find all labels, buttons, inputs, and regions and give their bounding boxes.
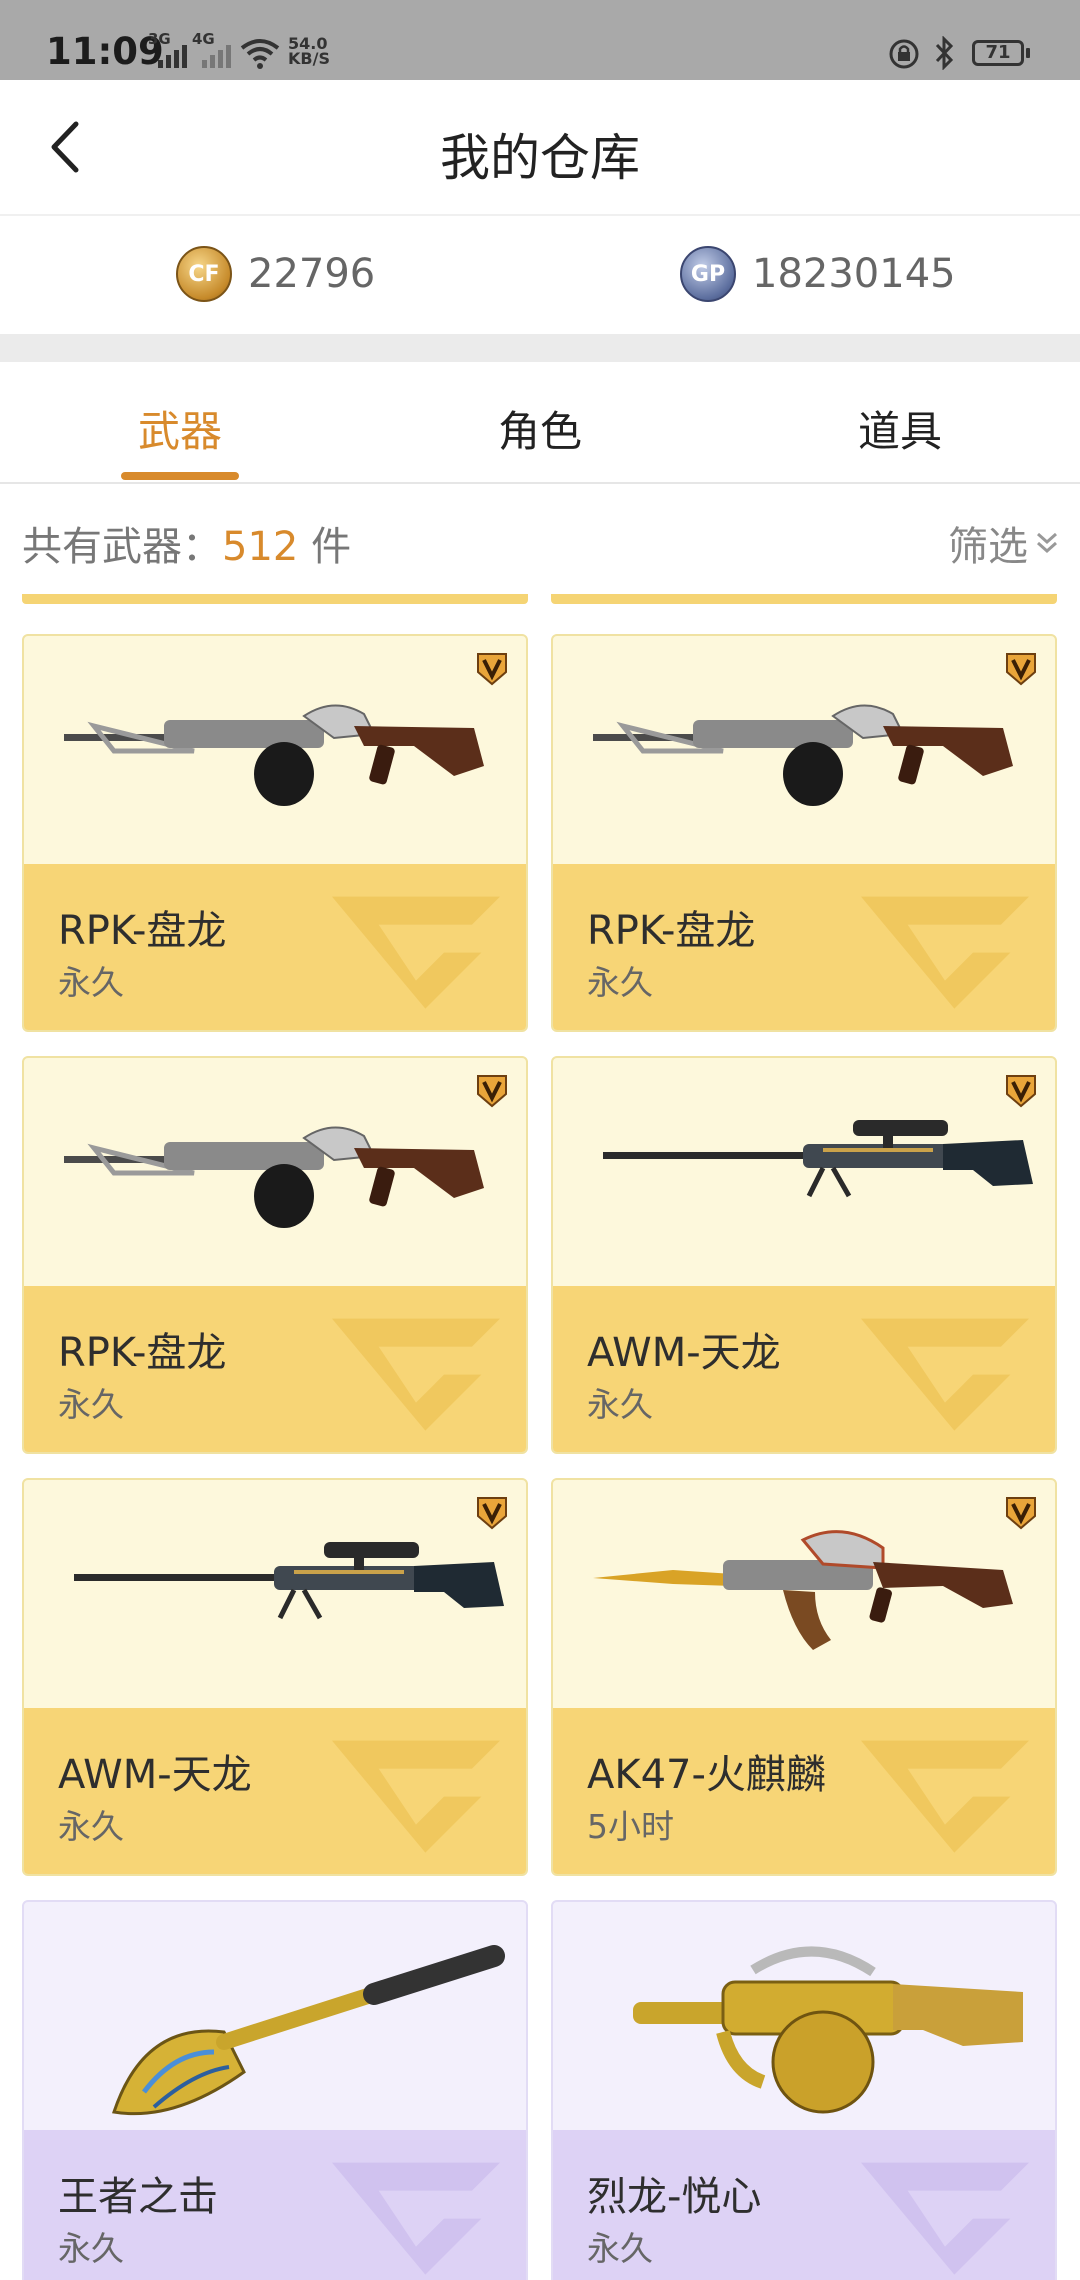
weapon-card[interactable]: AK47-火麒麟 5小时 <box>551 1478 1057 1876</box>
currency-row: CF 22796 GP 18230145 <box>0 216 1080 334</box>
vip-badge-icon <box>476 1074 508 1108</box>
battery-nub <box>1026 48 1030 58</box>
summary-row: 共有武器：512 件 筛选 <box>0 484 1080 594</box>
cf-points: CF 22796 <box>176 244 375 304</box>
status-bar: 11:09 3G 4G 54.0 KB/S 71 <box>0 0 1080 80</box>
signal-3g-icon: 3G <box>148 30 187 68</box>
chevron-double-down-icon <box>1037 532 1057 554</box>
weapon-card[interactable]: AWM-天龙永久 <box>551 1056 1057 1454</box>
weapon-count: 共有武器：512 件 <box>22 524 352 570</box>
tab-characters[interactable]: 角色 <box>420 398 660 459</box>
weapon-name: 王者之击 <box>58 2174 218 2220</box>
rotation-lock-icon <box>889 39 919 69</box>
signal-4g-icon: 4G <box>192 30 231 68</box>
gp-points-value: 18230145 <box>752 251 956 297</box>
vip-badge-icon <box>476 1496 508 1530</box>
filter-label: 筛选 <box>948 524 1028 570</box>
weapon-info: AK47-火麒麟 5小时 <box>553 1708 1055 1874</box>
weapon-name: AK47-火麒麟 <box>587 1752 826 1798</box>
status-time: 11:09 <box>46 30 164 73</box>
filter-button[interactable]: 筛选 <box>948 514 1060 572</box>
weapon-image <box>553 636 1055 864</box>
weapon-count-number: 512 <box>222 524 299 570</box>
weapon-card[interactable]: 烈龙-悦心永久 <box>551 1900 1057 2280</box>
cf-logo-watermark-icon <box>861 2162 1029 2275</box>
cf-points-value: 22796 <box>248 251 376 297</box>
weapon-card[interactable]: RPK-盘龙永久 <box>551 634 1057 1032</box>
weapon-image <box>553 1058 1055 1286</box>
awm-weapon-icon <box>24 1480 528 1708</box>
cf-coin-icon: CF <box>176 246 232 302</box>
weapon-name: RPK-盘龙 <box>587 908 756 954</box>
cf-logo-watermark-icon <box>332 1318 500 1431</box>
weapon-card[interactable]: AWM-天龙永久 <box>22 1478 528 1876</box>
awm-weapon-icon <box>553 1058 1057 1286</box>
weapon-info: 王者之击 永久 <box>24 2130 526 2280</box>
weapon-duration: 永久 <box>587 963 653 1002</box>
weapon-name: 烈龙-悦心 <box>587 2174 762 2220</box>
weapon-card[interactable]: 王者之击 永久 <box>22 1900 528 2280</box>
weapon-image <box>24 1058 526 1286</box>
tab-weapons[interactable]: 武器 <box>60 398 300 459</box>
cf-logo-watermark-icon <box>332 896 500 1009</box>
tab-items[interactable]: 道具 <box>780 398 1020 459</box>
weapon-card[interactable]: RPK-盘龙永久 <box>22 634 528 1032</box>
weapon-info: 烈龙-悦心永久 <box>553 2130 1055 2280</box>
weapon-duration: 永久 <box>587 1385 653 1424</box>
cf-logo-watermark-icon <box>861 896 1029 1009</box>
rpk-weapon-icon <box>24 1058 528 1286</box>
vip-badge-icon <box>1005 1074 1037 1108</box>
weapon-image <box>24 1902 526 2130</box>
cf-logo-watermark-icon <box>332 2162 500 2275</box>
gp-coin-icon: GP <box>680 246 736 302</box>
weapon-name: AWM-天龙 <box>587 1330 781 1376</box>
vip-badge-icon <box>476 652 508 686</box>
wifi-icon <box>240 39 280 69</box>
weapon-grid: RPK-盘龙 永久 RPK-盘龙 永久 RPK-盘龙 永久 AWM-天龙 永久 AWM-天龙 永久… <box>0 594 1080 2280</box>
weapon-info: AWM-天龙永久 <box>553 1286 1055 1452</box>
section-divider <box>0 334 1080 362</box>
ak47-weapon-icon <box>591 1530 1015 1652</box>
page-title: 我的仓库 <box>440 129 640 187</box>
weapon-duration: 永久 <box>587 2229 653 2268</box>
weapon-image <box>24 636 526 864</box>
weapon-name: RPK-盘龙 <box>58 1330 227 1376</box>
cf-logo-watermark-icon <box>332 1740 500 1853</box>
rpk-weapon-icon <box>24 636 528 864</box>
previous-row-card <box>22 594 528 604</box>
gp-points: GP 18230145 <box>680 244 956 304</box>
tommy-weapon-icon <box>553 1902 1057 2130</box>
bluetooth-icon <box>935 36 954 70</box>
category-tabs: 武器 角色 道具 <box>0 362 1080 484</box>
vip-badge-icon <box>1005 652 1037 686</box>
weapon-duration: 永久 <box>58 2229 124 2268</box>
weapon-image <box>24 1480 526 1708</box>
app-header: 我的仓库 <box>0 80 1080 216</box>
weapon-name: AWM-天龙 <box>58 1752 252 1798</box>
weapon-name: RPK-盘龙 <box>58 908 227 954</box>
weapon-info: RPK-盘龙永久 <box>24 1286 526 1452</box>
weapon-duration: 永久 <box>58 1385 124 1424</box>
cf-logo-watermark-icon <box>861 1318 1029 1431</box>
previous-row-card <box>551 594 1057 604</box>
cf-logo-watermark-icon <box>861 1740 1029 1853</box>
weapon-info: AWM-天龙永久 <box>24 1708 526 1874</box>
weapon-info: RPK-盘龙永久 <box>553 864 1055 1030</box>
battery-icon: 71 <box>972 40 1024 66</box>
weapon-duration: 永久 <box>58 1807 124 1846</box>
weapon-image <box>553 1480 1055 1708</box>
network-speed: 54.0 KB/S <box>288 34 330 68</box>
weapon-card[interactable]: RPK-盘龙永久 <box>22 1056 528 1454</box>
rpk-weapon-icon <box>553 636 1057 864</box>
weapon-image <box>553 1902 1055 2130</box>
weapon-info: RPK-盘龙永久 <box>24 864 526 1030</box>
weapon-duration: 5小时 <box>587 1807 674 1846</box>
vip-badge-icon <box>1005 1496 1037 1530</box>
shovel-weapon-icon <box>24 1902 528 2130</box>
weapon-duration: 永久 <box>58 963 124 1002</box>
active-tab-indicator <box>121 472 239 480</box>
